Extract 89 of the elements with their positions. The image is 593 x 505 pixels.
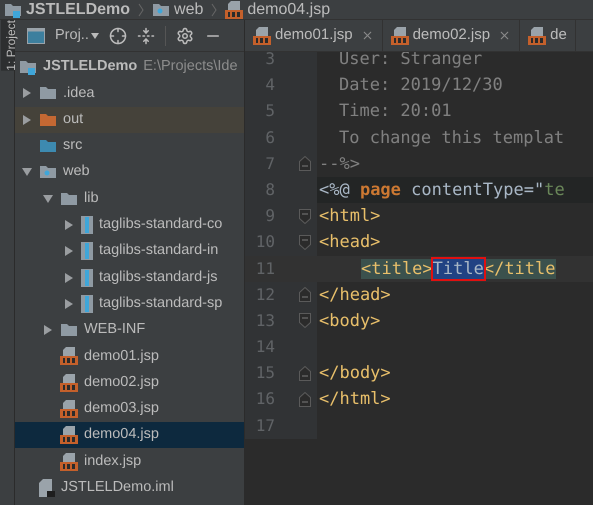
tree-item[interactable]: src [15, 132, 244, 160]
web-folder-icon [39, 164, 57, 180]
fold-marker-icon[interactable] [299, 392, 311, 408]
web-folder-icon [152, 2, 170, 18]
collapse-all-icon[interactable] [136, 26, 155, 44]
close-icon[interactable] [360, 29, 374, 42]
editor-tab[interactable]: de [520, 20, 576, 51]
tree-item[interactable]: demo01.jsp [15, 343, 244, 370]
jsp-file-icon [60, 452, 78, 471]
collapsed-arrow-icon[interactable] [21, 114, 33, 126]
folder-icon [39, 112, 57, 128]
code-token: te [544, 180, 565, 200]
library-jar-icon [81, 242, 93, 260]
breadcrumb[interactable]: web [152, 0, 204, 22]
code-token: Date: 2019/12/30 [339, 75, 503, 96]
library-jar-icon [81, 268, 93, 287]
fold-marker-icon[interactable] [299, 287, 311, 302]
folder-icon [39, 85, 57, 102]
tree-item[interactable]: JSTLELDemo.iml [15, 474, 244, 502]
tree-item[interactable]: taglibs-standard-sp [15, 290, 244, 317]
code-token: <head> [319, 232, 380, 252]
collapsed-arrow-icon[interactable] [63, 218, 75, 231]
code-token: </title [484, 258, 556, 278]
module-folder-icon [19, 59, 37, 76]
tree-item[interactable]: JSTLELDemo E:\Projects\Ide [15, 54, 244, 80]
folder-icon [39, 138, 57, 154]
folder-icon [60, 190, 78, 207]
fold-marker-icon[interactable] [299, 366, 311, 381]
module-folder-icon [4, 2, 22, 18]
code-token: <body> [319, 310, 380, 331]
tree-item[interactable]: taglibs-standard-js [15, 264, 244, 291]
breadcrumb[interactable]: demo04.jsp [225, 0, 330, 22]
chevron-icon [138, 2, 144, 16]
code-token: To change this templat [339, 128, 564, 148]
collapsed-arrow-icon[interactable] [63, 272, 75, 284]
tree-item[interactable]: taglibs-standard-co [15, 212, 244, 238]
tree-item[interactable]: out [15, 106, 244, 133]
code-token: contentType=" [410, 180, 544, 200]
fold-marker-icon[interactable] [299, 313, 311, 328]
code-token: </head> [319, 284, 391, 305]
locate-icon[interactable] [108, 26, 127, 44]
chevron-icon [211, 2, 218, 16]
collapsed-arrow-icon[interactable] [21, 87, 33, 100]
editor-tab[interactable]: demo01.jsp [245, 20, 383, 51]
jsp-file-icon [528, 26, 546, 44]
tree-item[interactable]: .idea [15, 80, 244, 107]
expanded-arrow-icon[interactable] [21, 166, 33, 178]
tree-item[interactable]: index.jsp [15, 448, 244, 475]
folder-icon [60, 322, 78, 338]
code-token: </html> [319, 389, 391, 410]
tree-item[interactable]: demo03.jsp [15, 396, 244, 422]
fold-marker-icon[interactable] [299, 208, 311, 224]
editor-tab[interactable]: demo02.jsp [382, 20, 520, 51]
tree-item[interactable]: lib [15, 185, 244, 212]
jsp-file-icon [253, 26, 271, 44]
settings-icon[interactable] [176, 26, 194, 44]
code-token: </body> [319, 363, 391, 384]
expanded-arrow-icon[interactable] [42, 192, 54, 205]
tree-item[interactable]: demo02.jsp [15, 370, 244, 396]
collapsed-arrow-icon[interactable] [63, 298, 75, 310]
jsp-file-icon [60, 426, 78, 444]
collapsed-arrow-icon[interactable] [42, 324, 54, 336]
view-dropdown[interactable]: Proj.. [55, 24, 99, 46]
jsp-file-icon [60, 400, 78, 418]
code-token: <%@ [319, 180, 350, 200]
fold-marker-icon[interactable] [299, 234, 311, 250]
tree-item[interactable]: taglibs-standard-in [15, 238, 244, 264]
tree-item[interactable]: web [15, 159, 244, 186]
code-token: <html> [319, 206, 380, 226]
library-jar-icon [81, 216, 93, 234]
panel-icon [27, 28, 45, 44]
tree-item[interactable]: demo04.jsp [15, 422, 244, 448]
code-token: page [358, 180, 401, 200]
library-jar-icon [81, 294, 93, 313]
breadcrumb[interactable]: JSTLELDemo [4, 0, 130, 22]
code-token: <title> [361, 258, 433, 278]
collapsed-arrow-icon[interactable] [63, 245, 75, 258]
module-file-icon [39, 478, 55, 497]
code-token: Time: 20:01 [339, 101, 452, 122]
fold-marker-icon[interactable] [299, 156, 311, 172]
jsp-file-icon [60, 374, 78, 392]
code-token: --%> [319, 154, 360, 174]
selected-text: Title [432, 258, 484, 278]
tree-item[interactable]: WEB-INF [15, 316, 244, 344]
jsp-file-icon [390, 26, 409, 44]
jsp-file-icon [60, 347, 78, 366]
project-path: E:\Projects\Ide [143, 57, 238, 76]
close-icon[interactable] [498, 29, 512, 42]
caret-icon [90, 32, 99, 38]
